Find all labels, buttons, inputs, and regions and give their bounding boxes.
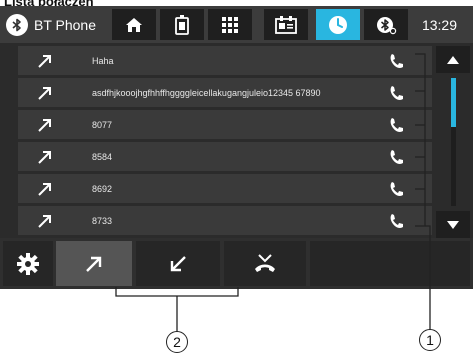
incoming-calls-tab[interactable] — [136, 241, 220, 286]
phone-handset-icon[interactable] — [388, 52, 406, 70]
settings-button[interactable] — [3, 241, 53, 286]
contacts-card-icon — [275, 15, 297, 34]
home-button[interactable] — [112, 9, 156, 40]
contacts-card-button[interactable] — [264, 9, 308, 40]
bottom-bar — [0, 238, 473, 289]
call-list-item[interactable]: 8733 — [18, 206, 432, 235]
call-contact-name: 8692 — [92, 183, 113, 194]
bluetooth-settings-icon — [377, 16, 397, 34]
scroll-down-button[interactable] — [436, 211, 470, 238]
clock: 13:29 — [421, 16, 458, 33]
keypad-button[interactable] — [208, 9, 252, 40]
call-contact-name: Haha — [92, 55, 114, 66]
bt-phone-screen: BT Phone 13:29 Haha asdfhjkooojhgfhhffhg… — [0, 6, 473, 289]
app-title: BT Phone — [6, 11, 96, 38]
call-contact-name: 8077 — [92, 119, 113, 130]
phonebook-icon — [175, 14, 189, 35]
call-list-item[interactable]: Haha — [18, 46, 432, 75]
outgoing-calls-icon — [86, 256, 102, 272]
scroll-thumb[interactable] — [451, 78, 456, 127]
outgoing-calls-tab[interactable] — [56, 241, 132, 286]
call-contact-name: 8733 — [92, 215, 113, 226]
bluetooth-icon — [6, 13, 28, 36]
call-list-item[interactable]: 8077 — [18, 110, 432, 139]
missed-calls-icon — [255, 253, 275, 272]
callout-number: 2 — [166, 331, 188, 353]
outgoing-arrow-icon — [38, 87, 51, 100]
call-history-tab[interactable] — [316, 9, 360, 40]
triangle-up-icon — [447, 55, 459, 64]
outgoing-arrow-icon — [38, 183, 51, 196]
outgoing-arrow-icon — [38, 151, 51, 164]
app-title-label: BT Phone — [34, 16, 97, 33]
phone-handset-icon[interactable] — [388, 212, 406, 230]
phone-handset-icon[interactable] — [388, 116, 406, 134]
bottom-bar-empty-slot — [310, 241, 470, 286]
home-icon — [126, 17, 142, 32]
bluetooth-settings-button[interactable] — [364, 9, 408, 40]
keypad-icon — [222, 16, 238, 33]
missed-calls-tab[interactable] — [224, 241, 306, 286]
outgoing-arrow-icon — [38, 55, 51, 68]
phone-handset-icon[interactable] — [388, 84, 406, 102]
top-bar: BT Phone 13:29 — [0, 6, 473, 43]
incoming-calls-icon — [170, 255, 186, 271]
settings-gear-icon — [17, 252, 39, 275]
call-list-item[interactable]: 8584 — [18, 142, 432, 171]
call-history-clock-icon — [329, 15, 347, 34]
call-list-item[interactable]: 8692 — [18, 174, 432, 203]
call-contact-name: 8584 — [92, 151, 113, 162]
triangle-down-icon — [447, 220, 459, 229]
phonebook-button[interactable] — [160, 9, 204, 40]
outgoing-arrow-icon — [38, 119, 51, 132]
call-list-item[interactable]: asdfhjkooojhgfhhffhggggleicellakugangjul… — [18, 78, 432, 107]
scroll-track[interactable] — [451, 78, 456, 206]
phone-handset-icon[interactable] — [388, 148, 406, 166]
list-scrollbar[interactable] — [436, 46, 470, 242]
outgoing-arrow-icon — [38, 215, 51, 228]
scroll-up-button[interactable] — [436, 46, 470, 73]
call-contact-name: asdfhjkooojhgfhhffhggggleicellakugangjul… — [92, 87, 321, 98]
callout-number: 1 — [419, 329, 441, 351]
phone-handset-icon[interactable] — [388, 180, 406, 198]
